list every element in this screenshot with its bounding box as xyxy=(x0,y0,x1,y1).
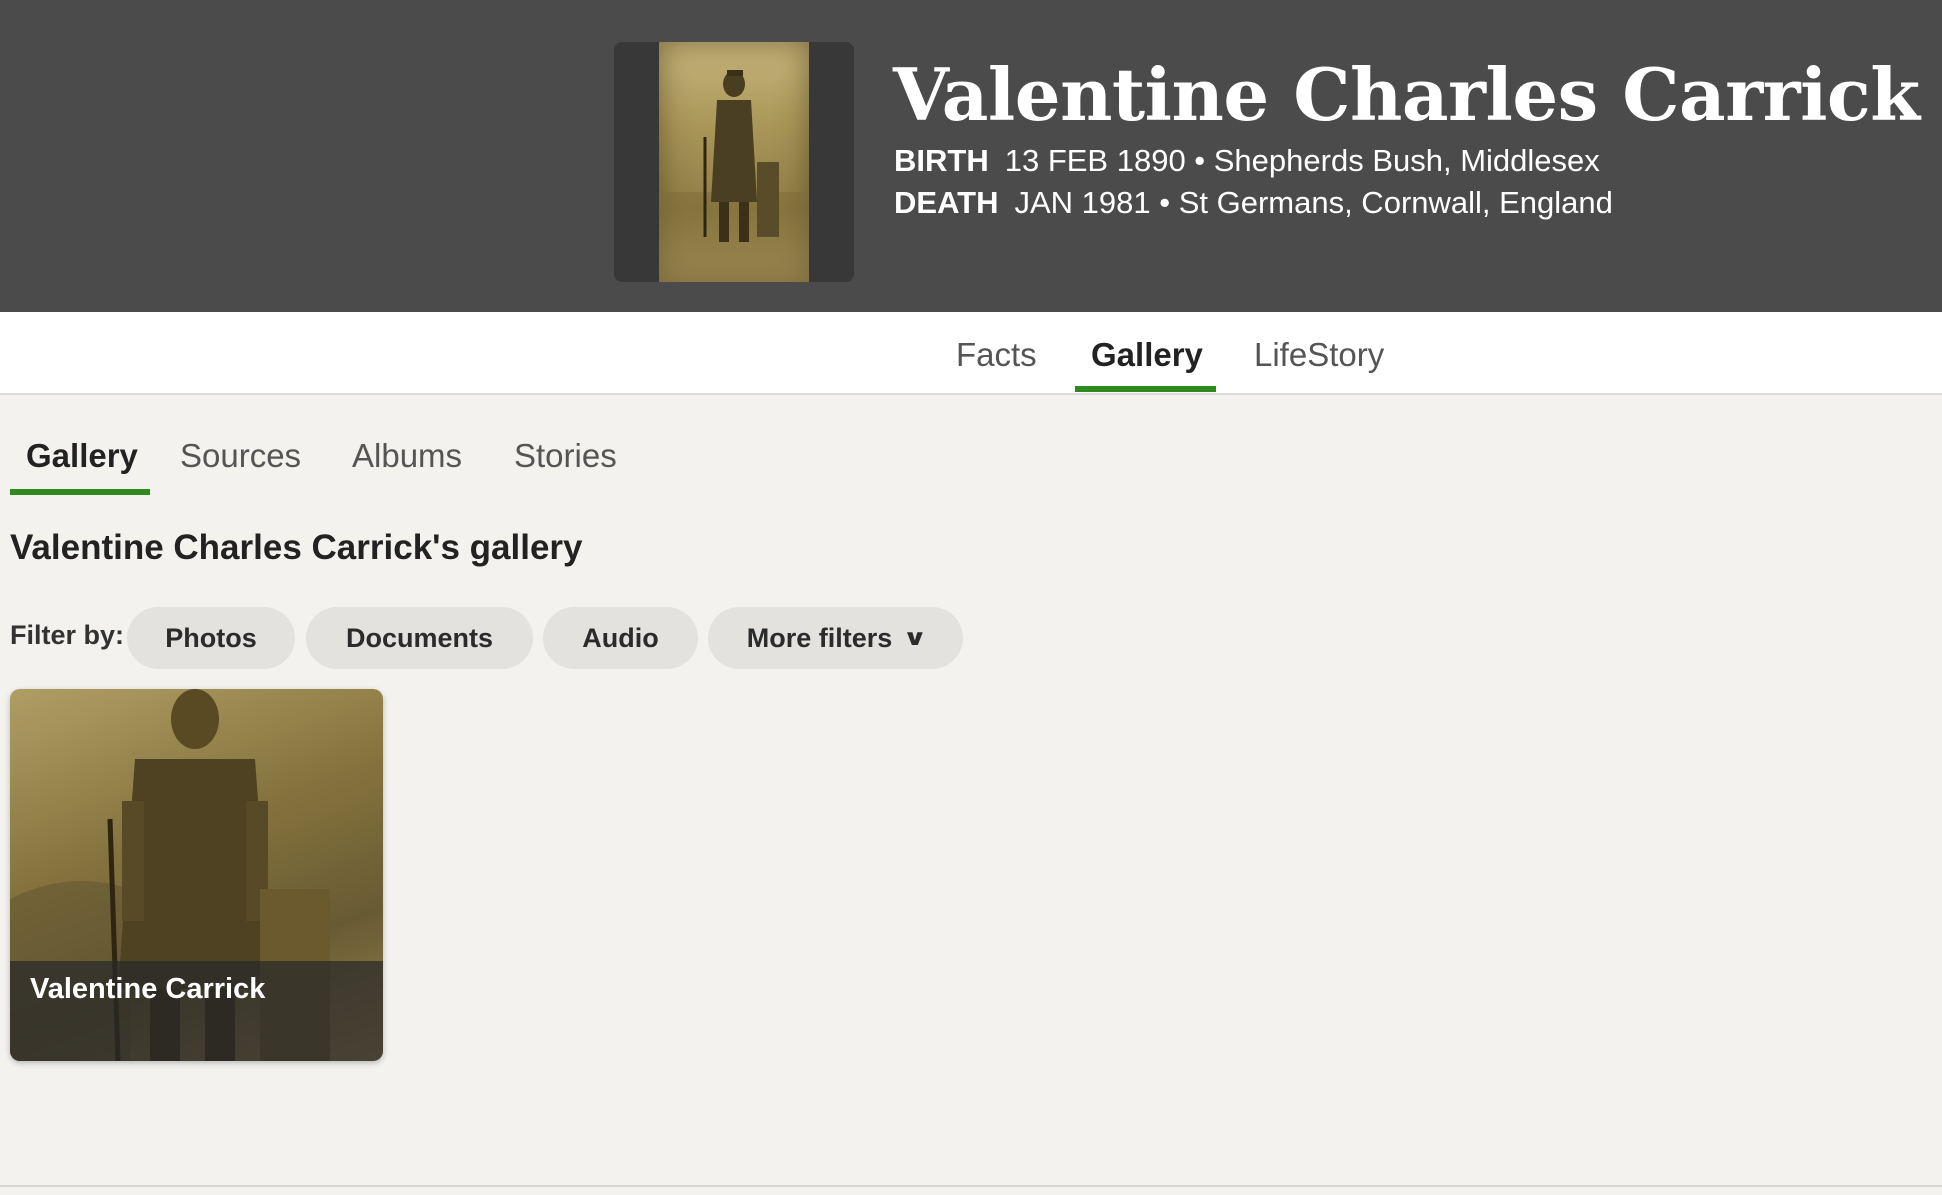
birth-fact: BIRTH 13 FEB 1890 • Shepherds Bush, Middl… xyxy=(894,143,1600,179)
death-label: DEATH xyxy=(894,185,999,220)
filter-audio-button[interactable]: Audio xyxy=(543,607,698,669)
chevron-down-icon: ∨ xyxy=(902,625,928,650)
active-subtab-indicator xyxy=(10,489,150,495)
subtab-sources[interactable]: Sources xyxy=(180,437,301,475)
gallery-item[interactable]: Valentine Carrick xyxy=(10,689,383,1061)
death-value: JAN 1981 • St Germans, Cornwall, England xyxy=(1014,185,1613,220)
tab-lifestory[interactable]: LifeStory xyxy=(1254,336,1384,374)
main-tab-bar: Facts Gallery LifeStory xyxy=(0,312,1942,395)
profile-photo-figure xyxy=(659,70,809,282)
gallery-heading: Valentine Charles Carrick's gallery xyxy=(10,528,583,567)
person-header: Valentine Charles Carrick BIRTH 13 FEB 18… xyxy=(0,0,1942,312)
subtab-gallery[interactable]: Gallery xyxy=(26,437,138,475)
divider xyxy=(0,1185,1942,1187)
death-fact: DEATH JAN 1981 • St Germans, Cornwall, En… xyxy=(894,185,1613,221)
tab-facts[interactable]: Facts xyxy=(956,336,1037,374)
gallery-item-title: Valentine Carrick xyxy=(30,973,266,1005)
filter-photos-button[interactable]: Photos xyxy=(127,607,295,669)
subtab-albums[interactable]: Albums xyxy=(352,437,462,475)
birth-value: 13 FEB 1890 • Shepherds Bush, Middlesex xyxy=(1004,143,1600,178)
person-name: Valentine Charles Carrick xyxy=(893,52,1920,137)
profile-photo[interactable] xyxy=(659,42,809,282)
birth-label: BIRTH xyxy=(894,143,989,178)
more-filters-button[interactable]: More filters ∨ xyxy=(708,607,963,669)
more-filters-label: More filters xyxy=(746,622,893,653)
active-tab-indicator xyxy=(1075,386,1216,392)
profile-photo-frame[interactable] xyxy=(614,42,854,282)
tab-gallery[interactable]: Gallery xyxy=(1091,336,1203,374)
filter-label: Filter by: xyxy=(10,620,125,650)
filter-documents-button[interactable]: Documents xyxy=(306,607,533,669)
subtab-stories[interactable]: Stories xyxy=(514,437,617,475)
